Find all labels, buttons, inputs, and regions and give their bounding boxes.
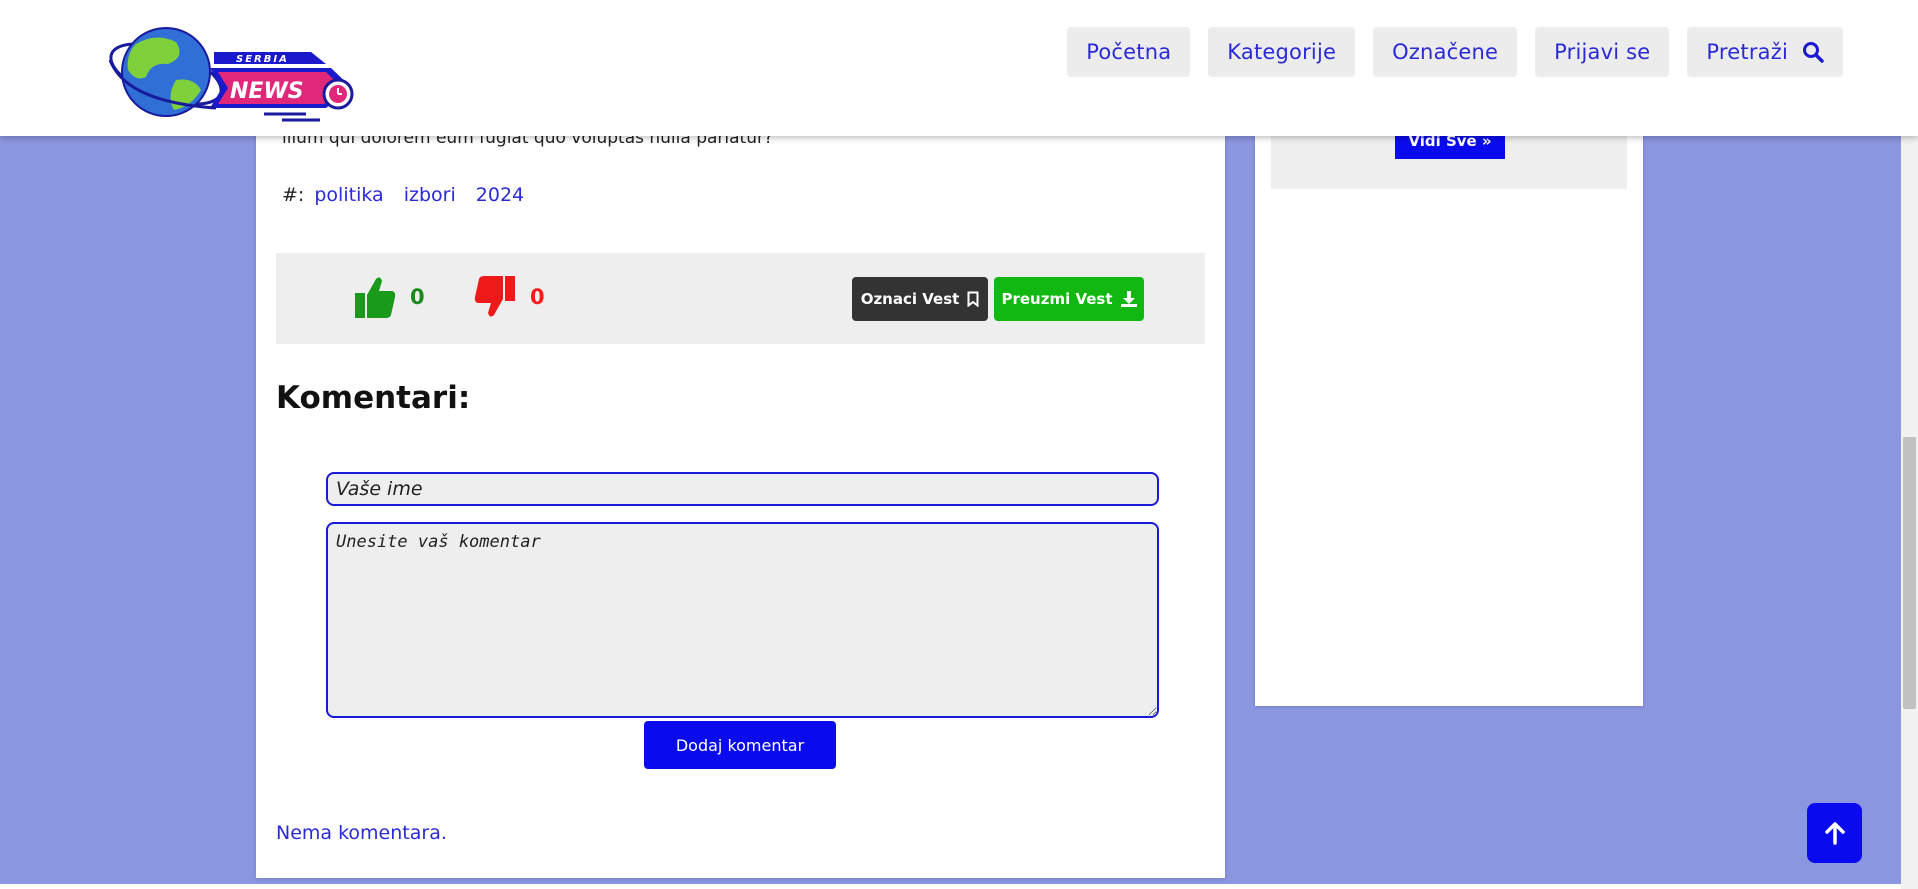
bookmark-icon bbox=[967, 291, 979, 307]
comment-name-input[interactable] bbox=[326, 472, 1159, 506]
dislike-count: 0 bbox=[530, 285, 545, 309]
scroll-to-top-button[interactable] bbox=[1807, 803, 1862, 863]
nav-login-label: Prijavi se bbox=[1554, 40, 1651, 64]
sidebar: Vidi Sve » bbox=[1255, 100, 1643, 706]
nav-categories[interactable]: Kategorije bbox=[1208, 27, 1356, 77]
main-nav: Početna Kategorije Označene Prijavi se P… bbox=[1067, 27, 1843, 77]
tag-link[interactable]: izbori bbox=[404, 184, 456, 206]
nav-search-label: Pretraži bbox=[1706, 40, 1788, 64]
logo-text-main: NEWS bbox=[230, 79, 304, 104]
tag-link[interactable]: politika bbox=[314, 184, 383, 206]
clock-icon bbox=[322, 78, 354, 110]
logo-text-top: SERBIA bbox=[236, 54, 289, 65]
nav-bookmarked-label: Označene bbox=[1392, 40, 1499, 64]
tags-label: #: bbox=[282, 184, 305, 206]
nav-search[interactable]: Pretraži bbox=[1687, 27, 1843, 77]
site-header: SERBIA NEWS Početna Kategorije Označene … bbox=[0, 0, 1918, 136]
comments-title: Komentari: bbox=[276, 380, 471, 416]
comment-text-input[interactable] bbox=[326, 522, 1159, 718]
download-article-label: Preuzmi Vest bbox=[1001, 290, 1113, 308]
article-actions-bar: 0 0 Oznaci Vest Preuzmi Vest bbox=[276, 253, 1205, 344]
download-icon bbox=[1120, 291, 1137, 307]
thumbs-up-icon bbox=[355, 277, 396, 318]
site-logo[interactable]: SERBIA NEWS bbox=[106, 22, 360, 126]
article-card: illum qui dolorem eum fugiat quo volupta… bbox=[256, 100, 1225, 878]
thumbs-down-icon bbox=[474, 276, 515, 317]
add-comment-label: Dodaj komentar bbox=[675, 735, 805, 755]
article-tags: #: politika izbori 2024 bbox=[282, 184, 538, 206]
nav-bookmarked[interactable]: Označene bbox=[1373, 27, 1518, 77]
like-button[interactable]: 0 bbox=[354, 275, 425, 319]
search-icon bbox=[1803, 42, 1824, 63]
scrollbar-thumb[interactable] bbox=[1903, 437, 1916, 709]
bottom-strip bbox=[0, 884, 1901, 889]
nav-home-label: Početna bbox=[1086, 40, 1172, 64]
bookmark-article-button[interactable]: Oznaci Vest bbox=[852, 277, 988, 321]
add-comment-button[interactable]: Dodaj komentar bbox=[644, 721, 836, 769]
nav-categories-label: Kategorije bbox=[1227, 40, 1337, 64]
bookmark-article-label: Oznaci Vest bbox=[860, 290, 960, 308]
no-comments-text: Nema komentara. bbox=[276, 822, 447, 844]
arrow-up-icon bbox=[1824, 822, 1845, 845]
tag-link[interactable]: 2024 bbox=[476, 184, 524, 206]
nav-login[interactable]: Prijavi se bbox=[1535, 27, 1670, 77]
download-article-button[interactable]: Preuzmi Vest bbox=[994, 277, 1144, 321]
like-count: 0 bbox=[410, 285, 425, 309]
globe-icon: SERBIA NEWS bbox=[108, 27, 354, 122]
dislike-button[interactable]: 0 bbox=[474, 275, 545, 319]
nav-home[interactable]: Početna bbox=[1067, 27, 1191, 77]
